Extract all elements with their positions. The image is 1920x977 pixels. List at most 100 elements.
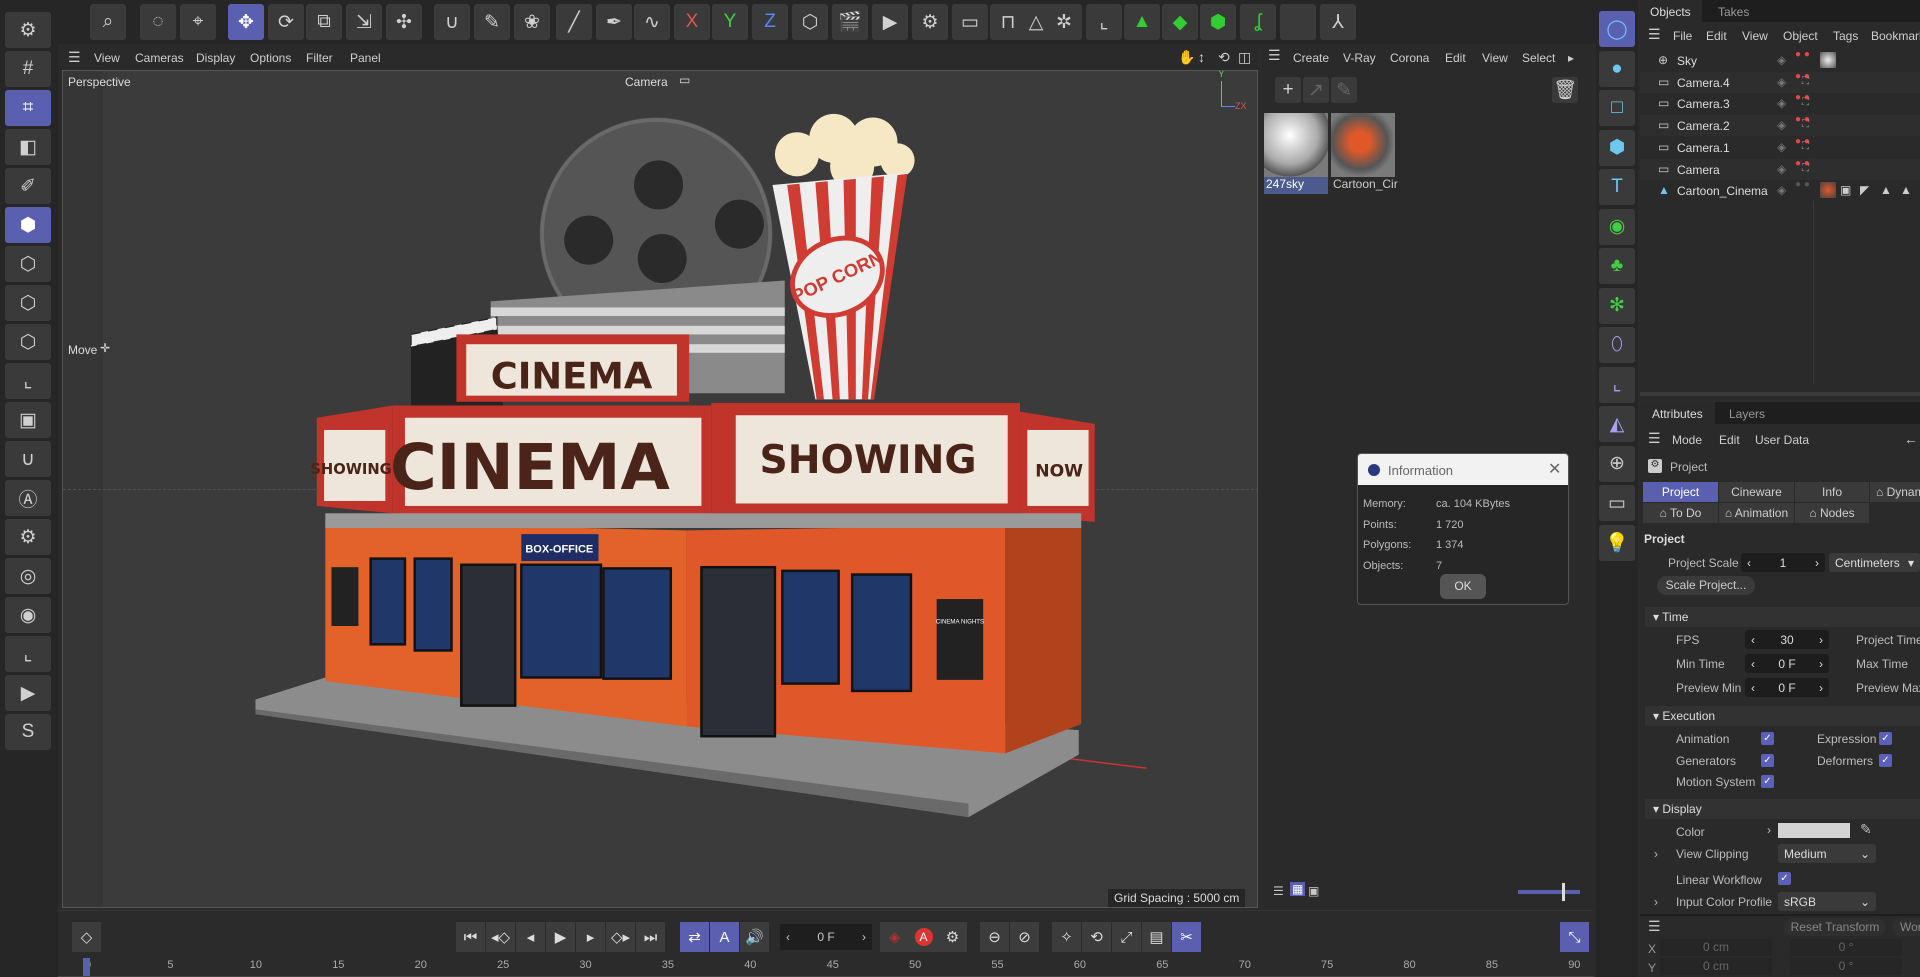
subtab-animation[interactable]: ⌂ Animation [1719, 503, 1794, 523]
green-cube-icon[interactable]: ◆ [1162, 4, 1198, 40]
large-view-icon[interactable]: ▣ [1308, 884, 1319, 898]
render-queue-icon[interactable]: ▭ [952, 4, 988, 40]
object-row[interactable]: ▭ Camera ◈ ● ● ⛶ [1640, 158, 1920, 180]
display-section[interactable]: ▾ Display [1645, 799, 1920, 819]
playhead[interactable] [83, 958, 90, 976]
animation-checkbox[interactable]: ✓ [1761, 732, 1774, 745]
orbit-icon[interactable]: ⟲ [1218, 49, 1230, 66]
sky-object-icon[interactable]: ◯ [1599, 11, 1635, 47]
back-arrow-icon[interactable]: ← [1904, 431, 1918, 447]
current-frame-field[interactable]: ‹ 0 F › [780, 924, 872, 950]
play-icon[interactable]: ▶ [546, 922, 575, 952]
green-cube2-icon[interactable]: ⬢ [1200, 4, 1236, 40]
hamburger-icon[interactable]: ☰ [68, 49, 81, 66]
generators-checkbox[interactable]: ✓ [1761, 754, 1774, 767]
tab-takes[interactable]: Takes [1702, 0, 1920, 22]
hamburger-icon[interactable]: ☰ [1268, 47, 1281, 64]
deformer-icon[interactable]: ⬯ [1599, 327, 1635, 363]
camera-target-tag-icon[interactable]: ⛶ [1802, 163, 1809, 174]
object-name[interactable]: Sky [1677, 54, 1697, 68]
material-swatch-sky[interactable]: 247sky [1264, 113, 1328, 194]
layer-icon[interactable]: ◈ [1777, 75, 1786, 89]
ok-button[interactable]: OK [1440, 574, 1486, 599]
render-picture-viewer-icon[interactable]: ▶ [872, 4, 908, 40]
axis-mode-icon[interactable]: ⌞ [5, 363, 51, 399]
view-clipping-dropdown[interactable]: Medium ⌄ [1778, 844, 1876, 863]
objects-scrollbar[interactable] [1640, 392, 1920, 396]
camera-target-tag-icon[interactable]: ⛶ [1802, 141, 1809, 152]
material-menu-edit[interactable]: Edit [1445, 51, 1466, 65]
viewport-menu-display[interactable]: Display [196, 51, 235, 65]
attr-menu-edit[interactable]: Edit [1719, 433, 1740, 447]
selection-tool-icon[interactable]: ⌖ [180, 4, 216, 40]
cube-icon[interactable]: ⬢ [1599, 129, 1635, 166]
more-arrow-icon[interactable]: ▸ [1568, 51, 1574, 65]
coordinate-system-icon[interactable]: ⬡ [792, 4, 828, 40]
viewport-menu-cameras[interactable]: Cameras [135, 51, 184, 65]
visibility-dots-icon[interactable]: ● ● [1795, 180, 1810, 190]
world-button[interactable]: World [1892, 918, 1920, 936]
magnet-snap-icon[interactable]: ∪ [5, 441, 51, 477]
key-param-icon[interactable]: ▤ [1142, 922, 1171, 952]
expression-checkbox[interactable]: ✓ [1879, 732, 1892, 745]
pen-icon[interactable]: ✒ [596, 4, 632, 40]
layer-icon[interactable]: ◈ [1777, 140, 1786, 154]
motion-path-icon[interactable]: ⊘ [1010, 922, 1039, 952]
visibility-dots-icon[interactable]: ● ● [1795, 50, 1810, 60]
key-rotation-icon[interactable]: ⟲ [1082, 922, 1111, 952]
material-tag-icon[interactable] [1820, 182, 1836, 199]
units-dropdown[interactable]: Centimeters ▾ [1829, 553, 1920, 572]
thumbnail-size-slider[interactable] [1518, 883, 1580, 901]
layer-icon[interactable]: ◈ [1777, 183, 1786, 197]
list-view-icon[interactable]: ☰ [1273, 884, 1284, 898]
object-mode-icon[interactable]: ⬢ [5, 207, 51, 243]
grid-icon[interactable]: # [5, 51, 51, 87]
playback-mode-icon[interactable]: A [710, 922, 739, 952]
material-menu-view[interactable]: View [1482, 51, 1508, 65]
objects-menu-edit[interactable]: Edit [1706, 29, 1727, 43]
record-icon[interactable]: ◈ [880, 922, 909, 952]
object-row[interactable]: ▭ Camera.3 ◈ ● ● ⛶ [1640, 93, 1920, 115]
texture-tag-icon[interactable]: ▣ [1840, 183, 1851, 197]
symmetry-icon[interactable]: ◎ [5, 558, 51, 594]
layer-icon[interactable]: ◈ [1777, 53, 1786, 67]
viewport-menu-view[interactable]: View [94, 51, 120, 65]
tag-triangle2-icon[interactable]: ▲ [1900, 183, 1912, 197]
object-row[interactable]: ▲ Cartoon_Cinema ◈ ● ● ▣ ◤ ▲ ▲ [1640, 180, 1920, 202]
material-menu-vray[interactable]: V-Ray [1343, 51, 1376, 65]
tab-layers[interactable]: Layers [1715, 402, 1920, 424]
reset-transform-button[interactable]: Reset Transform [1784, 918, 1886, 936]
go-to-start-icon[interactable]: ⏮ [456, 922, 485, 952]
color-swatch[interactable] [1778, 823, 1850, 838]
sculpt-icon[interactable]: ✐ [5, 168, 51, 204]
viewport-menu-options[interactable]: Options [250, 51, 291, 65]
material-swatch-cartoon[interactable]: Cartoon_Cir [1331, 113, 1398, 194]
camera-target-tag-icon[interactable]: ⛶ [1802, 119, 1809, 130]
live-selection-icon[interactable]: ◌ [140, 4, 176, 40]
tab-attributes[interactable]: Attributes [1640, 402, 1715, 424]
texture-mode-icon[interactable]: ▣ [5, 402, 51, 438]
spline-icon[interactable]: ∿ [634, 4, 670, 40]
empty-slot-icon[interactable] [1280, 4, 1316, 40]
snap-move-icon[interactable]: ⇲ [346, 4, 382, 40]
grid-view-icon[interactable]: ▦ [1290, 882, 1306, 896]
field-icon[interactable]: ⌞ [1599, 366, 1635, 403]
preview-min-field[interactable]: ‹ 0 F › [1745, 678, 1829, 697]
attr-menu-mode[interactable]: Mode [1672, 433, 1702, 447]
input-color-profile-dropdown[interactable]: sRGB ⌄ [1778, 892, 1876, 911]
object-row[interactable]: ⊕ Sky ◈ ● ● [1640, 50, 1920, 71]
y-axis-icon[interactable]: Y [712, 4, 748, 40]
close-icon[interactable]: ✕ [1548, 459, 1561, 479]
object-row[interactable]: ▭ Camera.2 ◈ ● ● ⛶ [1640, 115, 1920, 137]
y-rotation-field[interactable]: 0 ° [1790, 958, 1902, 975]
go-to-end-icon[interactable]: ⏭ [636, 922, 665, 952]
visibility-icon[interactable]: ◉ [5, 597, 51, 633]
key-position-icon[interactable]: ✧ [1052, 922, 1081, 952]
object-name[interactable]: Cartoon_Cinema [1677, 184, 1768, 198]
light-icon[interactable]: 💡 [1599, 524, 1635, 561]
add-material-icon[interactable]: + [1275, 77, 1301, 103]
timeline-expand-icon[interactable]: ⤡ [1560, 922, 1589, 952]
deformers-checkbox[interactable]: ✓ [1879, 754, 1892, 767]
key-settings-icon[interactable]: ⚙ [938, 922, 967, 952]
key-pla-icon[interactable]: ✂ [1172, 922, 1201, 952]
